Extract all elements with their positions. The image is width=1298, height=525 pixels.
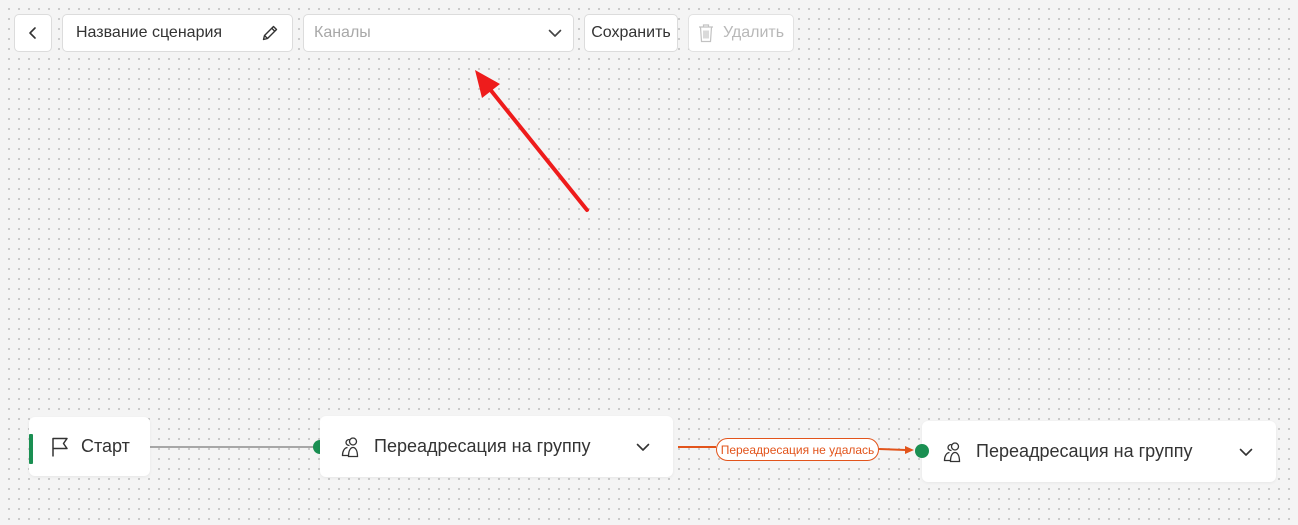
node1-label: Переадресация на группу xyxy=(374,436,591,456)
chevron-left-icon xyxy=(29,27,36,39)
scenario-name-field[interactable]: Название сценария xyxy=(62,14,293,52)
error-edge-label[interactable]: Переадресация не удалась xyxy=(716,438,879,461)
users-icon xyxy=(341,436,359,457)
chevron-down-icon[interactable] xyxy=(1238,444,1254,460)
save-button[interactable]: Сохранить xyxy=(584,14,678,52)
node2-label: Переадресация на группу xyxy=(976,441,1193,461)
error-connector-arrowhead xyxy=(905,446,914,454)
forward-to-group-node-1[interactable]: Переадресация на группу xyxy=(320,416,673,477)
start-node[interactable]: Старт xyxy=(29,417,150,476)
node2-input-port[interactable] xyxy=(915,444,929,458)
error-connector-right xyxy=(878,448,907,451)
annotation-arrow-shaft xyxy=(487,86,589,212)
pencil-icon[interactable] xyxy=(260,23,280,43)
delete-button[interactable]: Удалить xyxy=(688,14,794,52)
start-node-accent-bar xyxy=(29,434,33,464)
scenario-name-text: Название сценария xyxy=(76,24,223,41)
trash-icon xyxy=(698,24,713,43)
annotation-arrow-head xyxy=(475,70,500,98)
channels-select[interactable]: Каналы xyxy=(303,14,574,52)
flag-icon xyxy=(52,437,68,456)
chevron-down-icon[interactable] xyxy=(635,439,651,455)
chevron-down-icon xyxy=(548,29,562,37)
back-button[interactable] xyxy=(14,14,52,52)
channels-placeholder: Каналы xyxy=(314,24,371,41)
users-icon xyxy=(943,441,961,462)
start-node-label: Старт xyxy=(81,436,130,456)
forward-to-group-node-2[interactable]: Переадресация на группу xyxy=(922,421,1276,482)
delete-label: Удалить xyxy=(722,24,785,41)
